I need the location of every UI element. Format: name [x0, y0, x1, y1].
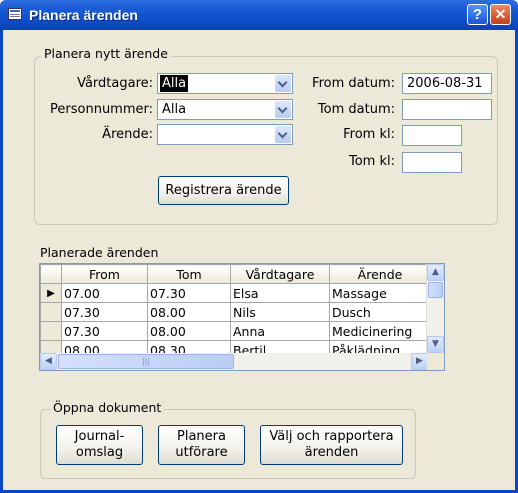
title-bar[interactable]: Planera ärenden ? ✕ — [0, 0, 518, 30]
table-row[interactable]: 07.30 08.00 Nils Dusch — [40, 302, 431, 322]
tom-datum-field[interactable] — [402, 99, 492, 120]
vardtagare-value: Alla — [160, 75, 189, 92]
cell-arende[interactable]: Dusch — [329, 302, 431, 322]
column-header-vardtagare[interactable]: Vårdtagare — [230, 264, 330, 284]
arende-value — [160, 126, 164, 143]
cell-tom[interactable]: 07.30 — [147, 283, 231, 303]
planned-cases-table: From Tom Vårdtagare Ärende ▶ 07.00 07.30… — [40, 264, 431, 360]
planned-title: Planerade ärenden — [40, 245, 159, 260]
vertical-scroll-thumb[interactable] — [428, 282, 443, 298]
personnummer-label: Personnummer: — [50, 102, 153, 117]
cell-tom[interactable]: 08.00 — [147, 302, 231, 322]
scroll-up-icon[interactable]: ▲ — [427, 264, 444, 281]
documents-group-title: Öppna dokument — [50, 400, 165, 415]
horizontal-scrollbar[interactable]: ◀ ||| ▶ — [40, 353, 428, 370]
form-icon — [8, 8, 22, 20]
cell-vardtagare[interactable]: Elsa — [230, 283, 330, 303]
row-selector-header[interactable] — [40, 264, 62, 284]
vardtagare-combo[interactable]: Alla — [157, 73, 293, 94]
personnummer-combo[interactable]: Alla — [157, 99, 293, 120]
scroll-corner — [427, 353, 444, 370]
personnummer-value: Alla — [162, 102, 187, 117]
column-header-arende[interactable]: Ärende — [329, 264, 431, 284]
arende-label: Ärende: — [102, 127, 153, 142]
planera-utforare-button[interactable]: Planera utförare — [158, 425, 245, 465]
cell-from[interactable]: 07.30 — [61, 321, 148, 341]
chevron-down-icon[interactable] — [275, 75, 291, 92]
column-header-from[interactable]: From — [61, 264, 148, 284]
arende-combo[interactable] — [157, 124, 293, 145]
cell-vardtagare[interactable]: Anna — [230, 321, 330, 341]
cell-arende[interactable]: Massage — [329, 283, 431, 303]
cell-vardtagare[interactable]: Nils — [230, 302, 330, 322]
horizontal-scroll-thumb[interactable]: ||| — [58, 354, 234, 369]
vertical-scrollbar[interactable]: ▲ ▼ — [426, 264, 444, 353]
row-selector[interactable] — [40, 321, 62, 341]
dialog-window: Planera ärenden ? ✕ Planera nytt ärende … — [0, 0, 518, 493]
scroll-left-icon[interactable]: ◀ — [40, 353, 57, 370]
tom-datum-label: Tom datum: — [317, 102, 395, 117]
cell-tom[interactable]: 08.00 — [147, 321, 231, 341]
vardtagare-label: Vårdtagare: — [77, 76, 153, 91]
from-kl-field[interactable] — [402, 125, 462, 146]
from-datum-label: From datum: — [312, 76, 395, 91]
valj-rapportera-button[interactable]: Välj och rapportera ärenden — [260, 425, 403, 465]
close-button[interactable]: ✕ — [490, 4, 511, 25]
register-case-button[interactable]: Registrera ärende — [158, 176, 289, 205]
dialog-content: Planera nytt ärende Vårdtagare: Alla Per… — [3, 27, 515, 490]
row-selector[interactable] — [40, 302, 62, 322]
chevron-down-icon[interactable] — [275, 101, 291, 118]
new-case-group-title: Planera nytt ärende — [41, 46, 171, 61]
scroll-down-icon[interactable]: ▼ — [427, 336, 444, 353]
from-kl-label: From kl: — [343, 127, 395, 142]
tom-kl-label: Tom kl: — [348, 154, 395, 169]
table-header-row: From Tom Vårdtagare Ärende — [40, 264, 431, 284]
tom-kl-field[interactable] — [402, 152, 462, 173]
cell-arende[interactable]: Medicinering — [329, 321, 431, 341]
scroll-right-icon[interactable]: ▶ — [411, 353, 428, 370]
help-button[interactable]: ? — [467, 4, 488, 25]
current-row-icon[interactable]: ▶ — [40, 283, 62, 303]
planned-cases-grid: From Tom Vårdtagare Ärende ▶ 07.00 07.30… — [39, 263, 445, 371]
table-row[interactable]: 07.30 08.00 Anna Medicinering — [40, 321, 431, 341]
chevron-down-icon[interactable] — [275, 126, 291, 143]
cell-from[interactable]: 07.00 — [61, 283, 148, 303]
column-header-tom[interactable]: Tom — [147, 264, 231, 284]
table-row[interactable]: ▶ 07.00 07.30 Elsa Massage — [40, 283, 431, 303]
from-datum-field[interactable]: 2006-08-31 — [402, 73, 492, 94]
window-title: Planera ärenden — [29, 7, 138, 23]
journal-omslag-button[interactable]: Journal- omslag — [56, 425, 143, 465]
cell-from[interactable]: 07.30 — [61, 302, 148, 322]
